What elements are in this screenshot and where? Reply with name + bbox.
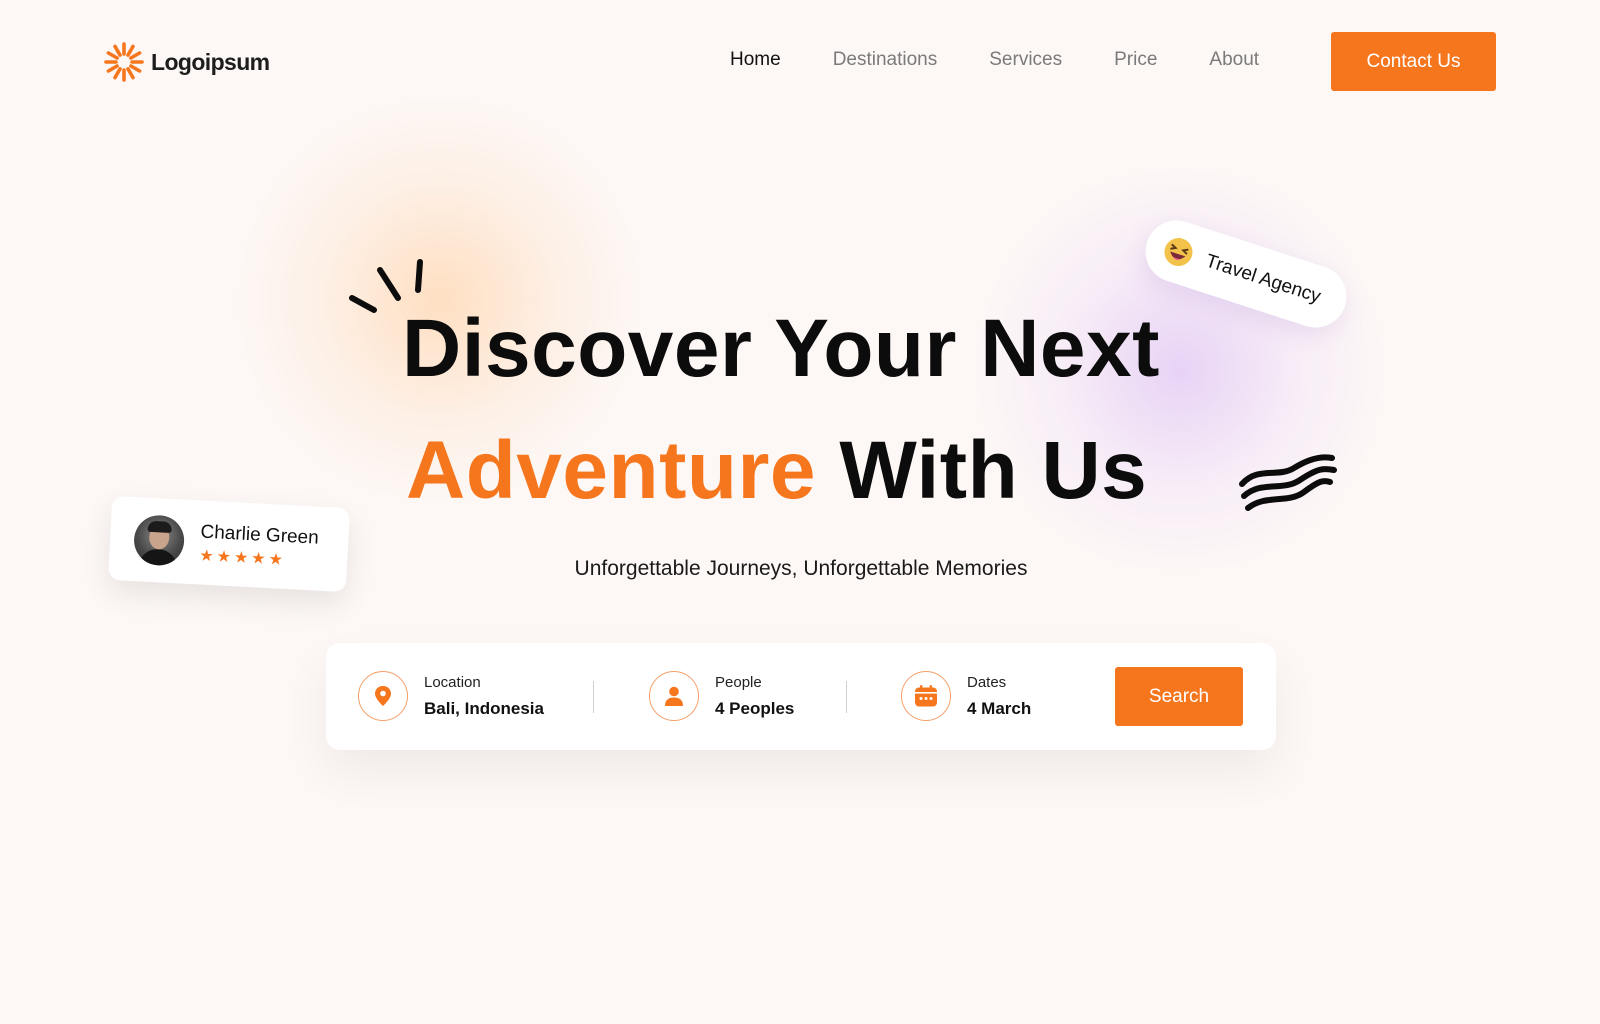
dates-label: Dates [967,673,1007,691]
contact-us-button[interactable]: Contact Us [1331,32,1496,91]
laughing-face-emoji-icon [1164,238,1193,267]
people-field[interactable]: People 4 Peoples [649,671,794,721]
nav-item-price[interactable]: Price [1114,49,1157,71]
wave-lines-icon [1239,454,1337,511]
star-icon: ★ [268,550,284,569]
sunburst-logo-icon [104,42,144,82]
star-rating: ★ ★ ★ ★ ★ [198,546,318,570]
star-icon: ★ [216,547,232,566]
people-label: People [715,673,762,691]
hero-title-line2: Adventure With Us [406,424,1147,518]
booking-search-bar: Location Bali, Indonesia People 4 People… [326,643,1276,750]
review-card: Charlie Green ★ ★ ★ ★ ★ [107,495,351,593]
search-button[interactable]: Search [1115,667,1243,726]
nav-item-about[interactable]: About [1209,49,1259,71]
reviewer-name: Charlie Green [200,521,320,549]
main-nav: Home Destinations Services Price About [730,49,1311,71]
avatar [132,514,186,567]
hero-title-rest: With Us [839,425,1148,516]
nav-item-home[interactable]: Home [730,49,781,71]
nav-item-services[interactable]: Services [989,49,1062,71]
person-icon [649,671,699,721]
hero-title-accent: Adventure [406,425,817,516]
location-field[interactable]: Location Bali, Indonesia [358,671,544,721]
calendar-icon [901,671,951,721]
location-pin-icon [358,671,408,721]
dates-field[interactable]: Dates 4 March [901,671,1031,721]
dates-value: 4 March [967,698,1032,718]
location-label: Location [424,673,481,691]
field-divider [593,681,594,713]
brand-logo[interactable]: Logoipsum [103,41,270,83]
star-icon: ★ [233,548,249,567]
location-value: Bali, Indonesia [424,698,544,718]
people-value: 4 Peoples [715,698,795,718]
brand-name: Logoipsum [151,48,270,75]
hero-title-line1: Discover Your Next [402,303,1160,394]
nav-item-destinations[interactable]: Destinations [833,49,938,71]
field-divider [846,681,847,713]
star-icon: ★ [198,546,215,565]
hero-subtitle-text: Unforgettable Journeys, Unforgettable Me… [574,557,1028,580]
star-icon: ★ [250,549,267,568]
